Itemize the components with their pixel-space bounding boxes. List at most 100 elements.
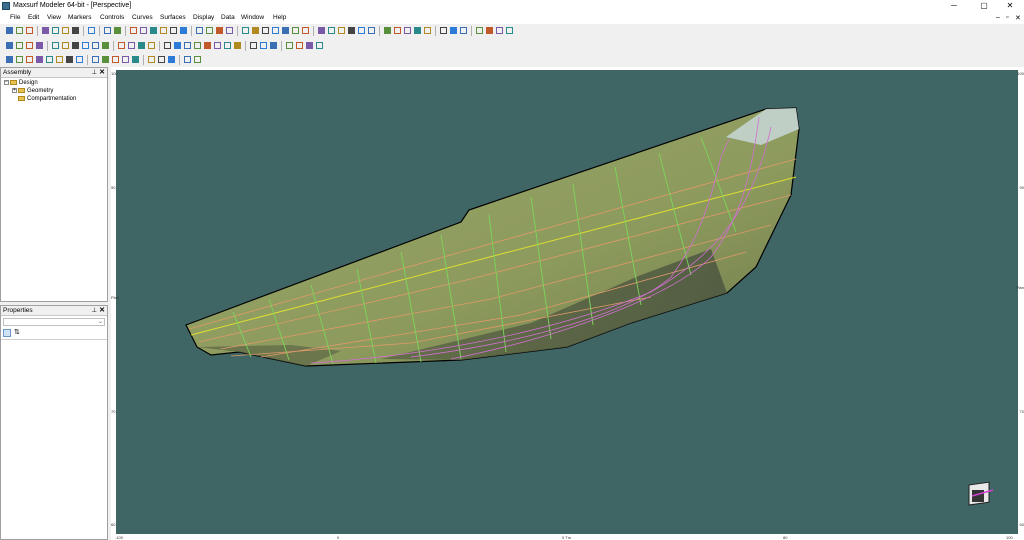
- wireframe-icon[interactable]: [384, 27, 391, 34]
- mirror-icon[interactable]: [174, 42, 181, 49]
- sphere-icon[interactable]: [6, 56, 13, 63]
- layer2-icon[interactable]: [316, 42, 323, 49]
- window-4-icon[interactable]: [496, 27, 503, 34]
- menu-edit[interactable]: Edit: [28, 14, 39, 21]
- paste-icon[interactable]: [62, 27, 69, 34]
- link-icon[interactable]: [450, 27, 457, 34]
- copy-icon[interactable]: [52, 27, 59, 34]
- scale-icon[interactable]: [194, 42, 201, 49]
- open-icon[interactable]: [16, 27, 23, 34]
- rotate2-icon[interactable]: [286, 42, 293, 49]
- select-all-icon[interactable]: [318, 27, 325, 34]
- shape2-icon[interactable]: [194, 56, 201, 63]
- cross-icon[interactable]: [224, 42, 231, 49]
- join-icon[interactable]: [214, 42, 221, 49]
- sun-icon[interactable]: [36, 56, 43, 63]
- new-icon[interactable]: [6, 27, 13, 34]
- shrink-icon[interactable]: [180, 27, 187, 34]
- redo-icon[interactable]: [114, 27, 121, 34]
- trim-icon[interactable]: [358, 27, 365, 34]
- window-2-icon[interactable]: [476, 27, 483, 34]
- point-icon[interactable]: [82, 42, 89, 49]
- edge-icon[interactable]: [424, 27, 431, 34]
- lines-icon[interactable]: [122, 56, 129, 63]
- tree-item-compartmentation[interactable]: Compartmentation: [18, 96, 76, 102]
- snap-icon[interactable]: [164, 42, 171, 49]
- curvature-icon[interactable]: [328, 27, 335, 34]
- pin-icon[interactable]: ⊥: [91, 306, 97, 314]
- tree-item-geometry[interactable]: + Geometry: [12, 88, 53, 94]
- stack-icon[interactable]: [102, 56, 109, 63]
- arc-icon[interactable]: [26, 42, 33, 49]
- close-icon[interactable]: ✕: [99, 68, 105, 76]
- undo-icon[interactable]: [104, 27, 111, 34]
- close-icon[interactable]: ✕: [99, 306, 105, 314]
- pan-icon[interactable]: [150, 27, 157, 34]
- perspective-viewport[interactable]: 100 90 Plan 70 60 100 90 Plan 70 60 -100…: [111, 67, 1024, 540]
- flip-icon[interactable]: [184, 42, 191, 49]
- circle2-icon[interactable]: [16, 56, 23, 63]
- mdi-minimize-button[interactable]: –: [996, 14, 1000, 21]
- curve-icon[interactable]: [414, 27, 421, 34]
- pin-icon[interactable]: ⊥: [91, 68, 97, 76]
- view-calc-icon[interactable]: [302, 27, 309, 34]
- net-icon[interactable]: [394, 27, 401, 34]
- minimize-button[interactable]: ─: [940, 0, 968, 12]
- menu-display[interactable]: Display: [193, 14, 214, 21]
- table-icon[interactable]: [306, 42, 313, 49]
- collapse-icon[interactable]: −: [4, 80, 9, 85]
- frame-icon[interactable]: [112, 56, 119, 63]
- shape-icon[interactable]: [102, 42, 109, 49]
- menu-surfaces[interactable]: Surfaces: [160, 14, 186, 21]
- zoom-out-icon[interactable]: [140, 27, 147, 34]
- render-shade-icon[interactable]: [338, 27, 345, 34]
- hat-icon[interactable]: [184, 56, 191, 63]
- menu-data[interactable]: Data: [221, 14, 235, 21]
- flag-icon[interactable]: [158, 56, 165, 63]
- tree-item-design[interactable]: − Design: [4, 80, 38, 86]
- split-icon[interactable]: [204, 42, 211, 49]
- circle-icon[interactable]: [16, 42, 23, 49]
- spline-icon[interactable]: [36, 42, 43, 49]
- move-icon[interactable]: [52, 42, 59, 49]
- rotate-icon[interactable]: [170, 27, 177, 34]
- lines2-icon[interactable]: [132, 56, 139, 63]
- align-icon[interactable]: [62, 42, 69, 49]
- pencil-icon[interactable]: [6, 42, 13, 49]
- categorized-icon[interactable]: [3, 329, 11, 337]
- expand-icon[interactable]: +: [12, 88, 17, 93]
- render-2-icon[interactable]: [206, 27, 213, 34]
- save-icon[interactable]: [26, 27, 33, 34]
- alphabetical-icon[interactable]: ⇅: [14, 329, 20, 337]
- view-persp-icon[interactable]: [272, 27, 279, 34]
- view-profile-icon[interactable]: [252, 27, 259, 34]
- hydro-icon[interactable]: [404, 27, 411, 34]
- offset-icon[interactable]: [92, 42, 99, 49]
- menu-window[interactable]: Window: [241, 14, 264, 21]
- render-1-icon[interactable]: [196, 27, 203, 34]
- delete-icon[interactable]: [368, 27, 375, 34]
- window-1-icon[interactable]: [460, 27, 467, 34]
- view-body-icon[interactable]: [262, 27, 269, 34]
- fill-icon[interactable]: [296, 42, 303, 49]
- layers-view-icon[interactable]: [92, 56, 99, 63]
- fit-icon[interactable]: [270, 42, 277, 49]
- group-icon[interactable]: [72, 42, 79, 49]
- menu-file[interactable]: File: [10, 14, 20, 21]
- paint-icon[interactable]: [66, 56, 73, 63]
- layers-icon[interactable]: [440, 27, 447, 34]
- copy2-icon[interactable]: [138, 42, 145, 49]
- eye-icon[interactable]: [168, 56, 175, 63]
- menu-controls[interactable]: Controls: [100, 14, 124, 21]
- brush-icon[interactable]: [118, 42, 125, 49]
- maximize-button[interactable]: ▢: [970, 0, 998, 12]
- view-sections-icon[interactable]: [292, 27, 299, 34]
- view-graph-icon[interactable]: [282, 27, 289, 34]
- hull-model[interactable]: [111, 67, 1024, 540]
- ruler-icon[interactable]: [76, 56, 83, 63]
- mdi-close-button[interactable]: ✕: [1015, 14, 1021, 22]
- close-button[interactable]: ✕: [996, 0, 1024, 12]
- window-5-icon[interactable]: [506, 27, 513, 34]
- print-icon[interactable]: [72, 27, 79, 34]
- menu-view[interactable]: View: [47, 14, 61, 21]
